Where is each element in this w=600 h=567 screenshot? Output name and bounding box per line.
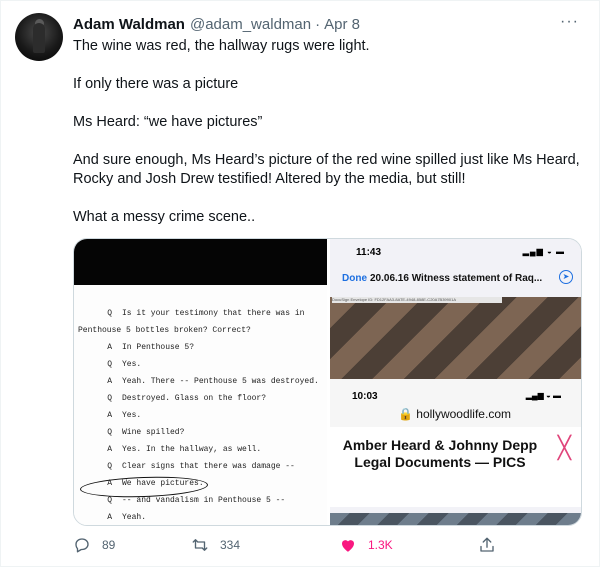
- transcript-line: Q Yes.: [107, 360, 142, 369]
- reply-icon: [75, 538, 89, 553]
- transcript-image[interactable]: Q Is it your testimony that there was in …: [74, 239, 327, 525]
- tweet-paragraph: And sure enough, Ms Heard’s picture of t…: [73, 152, 580, 187]
- author-handle[interactable]: @adam_waldman: [190, 16, 311, 33]
- tweet-text: The wine was red, the hallway rugs were …: [73, 37, 588, 227]
- close-icon: ╳: [557, 435, 571, 460]
- tweet-paragraph: What a messy crime scene..: [73, 209, 256, 225]
- separator-dot: ·: [315, 15, 321, 33]
- transcript-line: Q Is it your testimony that there was in: [107, 309, 305, 318]
- phone-screenshot-image[interactable]: 11:43 ▂▄▆ ◒ ▬ Done 20.06.16 Witness stat…: [330, 239, 581, 525]
- retweet-button[interactable]: 334: [191, 536, 240, 554]
- transcript-line: A Yeah.: [107, 513, 147, 522]
- safari-time: 10:03: [352, 391, 378, 402]
- transcript-line: Q -- and vandalism in Penthouse 5 --: [107, 496, 286, 505]
- tweet-paragraph: The wine was red, the hallway rugs were …: [73, 38, 370, 54]
- signal-wifi-battery-icon: ▂▄▆ ◒ ▬: [525, 391, 561, 400]
- safari-header: 10:03 ▂▄▆ ◒ ▬ 🔒 hollywoodlife.com: [330, 379, 581, 427]
- document-navbar: Done 20.06.16 Witness statement of Raq..…: [330, 269, 581, 289]
- compass-icon: ➤: [559, 270, 573, 284]
- share-icon: [480, 537, 494, 552]
- transcript-line: Q Clear signs that there was damage --: [107, 462, 295, 471]
- heart-icon: [342, 540, 354, 552]
- author-name[interactable]: Adam Waldman: [73, 16, 185, 33]
- transcript-line: A In Penthouse 5?: [107, 343, 195, 352]
- transcript-line: A Yeah. There -- Penthouse 5 was destroye…: [107, 377, 319, 386]
- tweet-date[interactable]: Apr 8: [324, 16, 360, 33]
- done-button: Done: [342, 273, 367, 284]
- avatar[interactable]: [15, 13, 63, 61]
- transcript-line: A Yes.: [107, 411, 142, 420]
- ios-status-bar: 11:43 ▂▄▆ ◒ ▬: [330, 239, 581, 265]
- tweet-actions: 89 334 1.3K: [73, 536, 533, 558]
- redacted-block: [74, 239, 327, 285]
- retweet-count: 334: [220, 538, 241, 552]
- rug-photo-2: [330, 513, 581, 525]
- document-title: 20.06.16 Witness statement of Raq...: [370, 273, 543, 284]
- more-options-icon[interactable]: ···: [560, 13, 579, 31]
- tweet-header: Adam Waldman @adam_waldman · Apr 8: [73, 14, 360, 34]
- reply-button[interactable]: 89: [73, 536, 115, 554]
- transcript-line: Q Destroyed. Glass on the floor?: [107, 394, 267, 403]
- like-button[interactable]: 1.3K: [339, 536, 393, 554]
- tweet-paragraph: Ms Heard: “we have pictures”: [73, 114, 263, 130]
- retweet-icon: [192, 539, 208, 551]
- url-bar: 🔒 hollywoodlife.com: [398, 407, 511, 421]
- media-grid: Q Is it your testimony that there was in …: [73, 238, 582, 526]
- article-headline: Amber Heard & Johnny Depp Legal Document…: [342, 437, 538, 470]
- tweet-paragraph: If only there was a picture: [73, 76, 239, 92]
- like-count: 1.3K: [368, 538, 393, 552]
- transcript-line: A Yes. In the hallway, as well.: [107, 445, 262, 454]
- transcript-line: Penthouse 5 bottles broken? Correct?: [78, 326, 251, 335]
- rug-photo: DocuSign Envelope ID: FD12FAA3-8ATE-4948…: [330, 297, 581, 379]
- article-page: Amber Heard & Johnny Depp Legal Document…: [330, 427, 581, 507]
- transcript-line: Q Wine spilled?: [107, 428, 185, 437]
- signal-wifi-battery-icon: ▂▄▆ ◒ ▬: [522, 247, 565, 256]
- tweet-card[interactable]: Adam Waldman @adam_waldman · Apr 8 ··· T…: [0, 0, 600, 567]
- status-time: 11:43: [356, 247, 382, 258]
- reply-count: 89: [102, 538, 116, 552]
- share-button[interactable]: [478, 536, 496, 554]
- avatar-figure: [33, 23, 45, 53]
- docusign-banner: DocuSign Envelope ID: FD12FAA3-8ATE-4948…: [332, 297, 502, 303]
